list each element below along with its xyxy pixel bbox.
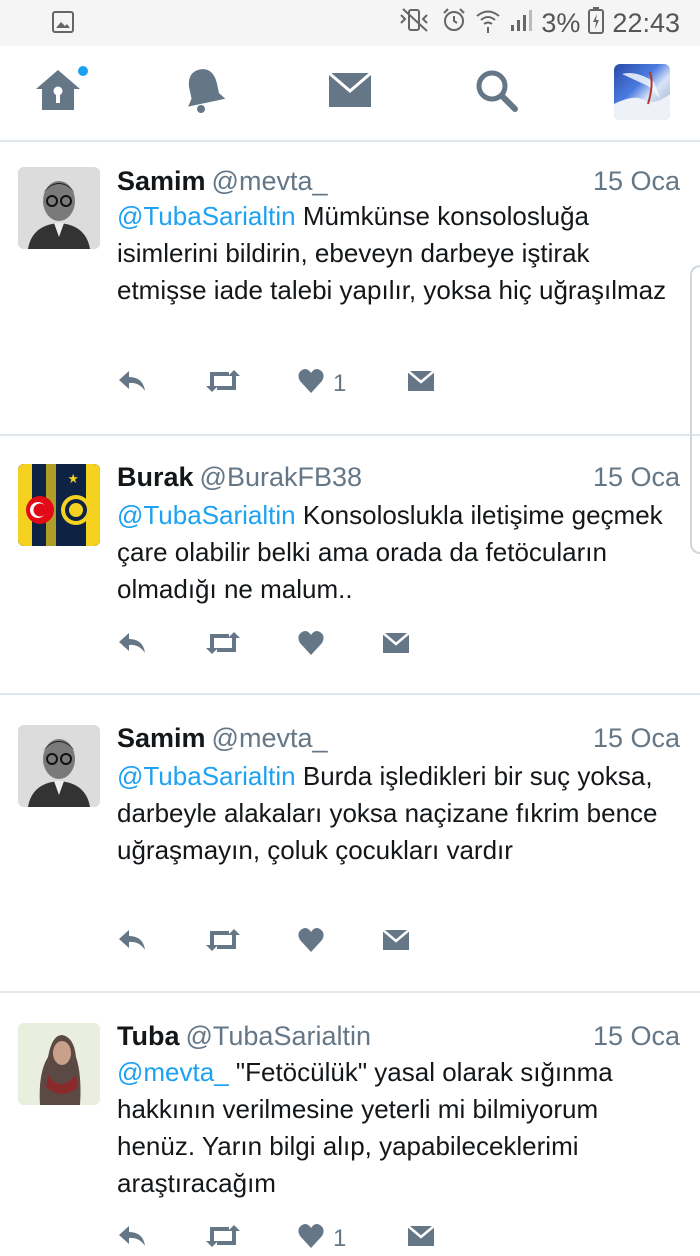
author-handle[interactable]: @mevta_ bbox=[212, 723, 328, 753]
avatar[interactable] bbox=[18, 1023, 100, 1105]
reply-icon bbox=[117, 631, 147, 662]
reply-button[interactable] bbox=[117, 926, 147, 960]
retweet-icon bbox=[205, 630, 241, 663]
tweet-item[interactable]: Samim @mevta_ 15 Oca @TubaSarialtin Mümkü… bbox=[0, 142, 700, 436]
wifi-icon bbox=[475, 7, 501, 40]
author-name[interactable]: Burak bbox=[117, 462, 194, 492]
author-name[interactable]: Tuba bbox=[117, 1021, 180, 1051]
reply-icon bbox=[117, 928, 147, 959]
alarm-icon bbox=[441, 7, 467, 40]
like-button[interactable] bbox=[297, 926, 333, 960]
tweet-item[interactable]: Samim @mevta_ 15 Oca @TubaSarialtin Burda… bbox=[0, 695, 700, 993]
notifications-tab[interactable] bbox=[176, 64, 232, 120]
unread-indicator-dot bbox=[78, 66, 88, 76]
clock-time: 22:43 bbox=[612, 7, 680, 38]
mention-link[interactable]: @mevta_ bbox=[117, 1057, 229, 1087]
tweet-text: @TubaSarialtin Burda işledikleri bir suç… bbox=[117, 758, 677, 869]
tweet-timestamp: 15 Oca bbox=[592, 462, 680, 492]
tweet-timestamp: 15 Oca bbox=[592, 166, 680, 196]
home-tab[interactable] bbox=[30, 64, 88, 120]
retweet-button[interactable] bbox=[205, 926, 241, 960]
envelope-icon bbox=[382, 928, 410, 958]
author-handle[interactable]: @BurakFB38 bbox=[200, 462, 362, 492]
like-button[interactable]: 1 bbox=[297, 1222, 346, 1256]
top-navigation-bar bbox=[0, 46, 700, 142]
heart-icon bbox=[297, 927, 325, 960]
direct-message-button[interactable] bbox=[382, 926, 410, 960]
retweet-icon bbox=[205, 927, 241, 960]
like-button[interactable]: 1 bbox=[297, 367, 346, 401]
heart-icon bbox=[297, 630, 325, 663]
direct-message-button[interactable] bbox=[382, 629, 410, 663]
avatar[interactable] bbox=[18, 464, 100, 546]
tweet-header: Samim @mevta_ 15 Oca bbox=[117, 164, 680, 198]
heart-icon bbox=[297, 368, 325, 401]
battery-percentage: 3% bbox=[541, 7, 581, 38]
retweet-icon bbox=[205, 368, 241, 401]
avatar[interactable] bbox=[18, 725, 100, 807]
like-count: 1 bbox=[333, 370, 347, 397]
tweet-header: Burak @BurakFB38 15 Oca bbox=[117, 460, 680, 494]
tweet-timestamp: 15 Oca bbox=[592, 723, 680, 753]
author-handle[interactable]: @mevta_ bbox=[212, 166, 328, 196]
author-name[interactable]: Samim bbox=[117, 166, 206, 196]
author-name[interactable]: Samim bbox=[117, 723, 206, 753]
envelope-icon bbox=[407, 369, 435, 399]
retweet-button[interactable] bbox=[205, 629, 241, 663]
mention-link[interactable]: @TubaSarialtin bbox=[117, 761, 296, 791]
direct-message-button[interactable] bbox=[407, 1222, 435, 1256]
tweet-timestamp: 15 Oca bbox=[592, 1021, 680, 1051]
tweet-text: @TubaSarialtin Mümkünse konsolosluğa isi… bbox=[117, 198, 677, 309]
tweet-actions bbox=[117, 629, 677, 663]
image-notification-icon bbox=[52, 11, 74, 33]
tweet-text: @TubaSarialtin Konsoloslukla iletişime g… bbox=[117, 497, 677, 608]
profile-avatar[interactable] bbox=[614, 64, 670, 120]
direct-message-button[interactable] bbox=[407, 367, 435, 401]
like-count: 1 bbox=[333, 1225, 347, 1252]
tweet-actions bbox=[117, 926, 677, 960]
reply-icon bbox=[117, 369, 147, 400]
author-handle[interactable]: @TubaSarialtin bbox=[186, 1021, 372, 1051]
tweet-actions: 1 bbox=[117, 367, 677, 401]
status-icons: 3% 22:43 bbox=[397, 6, 680, 40]
like-button[interactable] bbox=[297, 629, 333, 663]
tweet-item[interactable]: Tuba @TubaSarialtin 15 Oca @mevta_ "Fetöc… bbox=[0, 993, 700, 1252]
mention-link[interactable]: @TubaSarialtin bbox=[117, 201, 296, 231]
avatar[interactable] bbox=[18, 167, 100, 249]
status-bar: 3% 22:43 bbox=[0, 0, 700, 46]
reply-icon bbox=[117, 1224, 147, 1255]
reply-button[interactable] bbox=[117, 629, 147, 663]
tweet-header: Samim @mevta_ 15 Oca bbox=[117, 721, 680, 755]
envelope-icon bbox=[407, 1224, 435, 1254]
envelope-icon bbox=[382, 631, 410, 661]
mute-vibrate-icon bbox=[397, 7, 433, 40]
retweet-icon bbox=[205, 1223, 241, 1256]
signal-icon bbox=[509, 7, 533, 40]
tweet-header: Tuba @TubaSarialtin 15 Oca bbox=[117, 1019, 680, 1053]
tweet-item[interactable]: Burak @BurakFB38 15 Oca @TubaSarialtin Ko… bbox=[0, 436, 700, 695]
search-tab[interactable] bbox=[468, 64, 524, 120]
battery-icon bbox=[588, 6, 605, 41]
messages-tab[interactable] bbox=[322, 64, 378, 120]
search-icon bbox=[474, 68, 518, 117]
scrollbar-edge[interactable] bbox=[690, 265, 700, 554]
notifications-bell-icon bbox=[182, 66, 226, 119]
home-icon bbox=[33, 67, 83, 118]
heart-icon bbox=[297, 1223, 325, 1256]
reply-button[interactable] bbox=[117, 1222, 147, 1256]
mention-link[interactable]: @TubaSarialtin bbox=[117, 500, 296, 530]
retweet-button[interactable] bbox=[205, 1222, 241, 1256]
messages-envelope-icon bbox=[327, 71, 373, 114]
retweet-button[interactable] bbox=[205, 367, 241, 401]
tweet-actions: 1 bbox=[117, 1222, 677, 1256]
tweet-text: @mevta_ "Fetöcülük" yasal olarak sığınma… bbox=[117, 1054, 677, 1202]
reply-button[interactable] bbox=[117, 367, 147, 401]
